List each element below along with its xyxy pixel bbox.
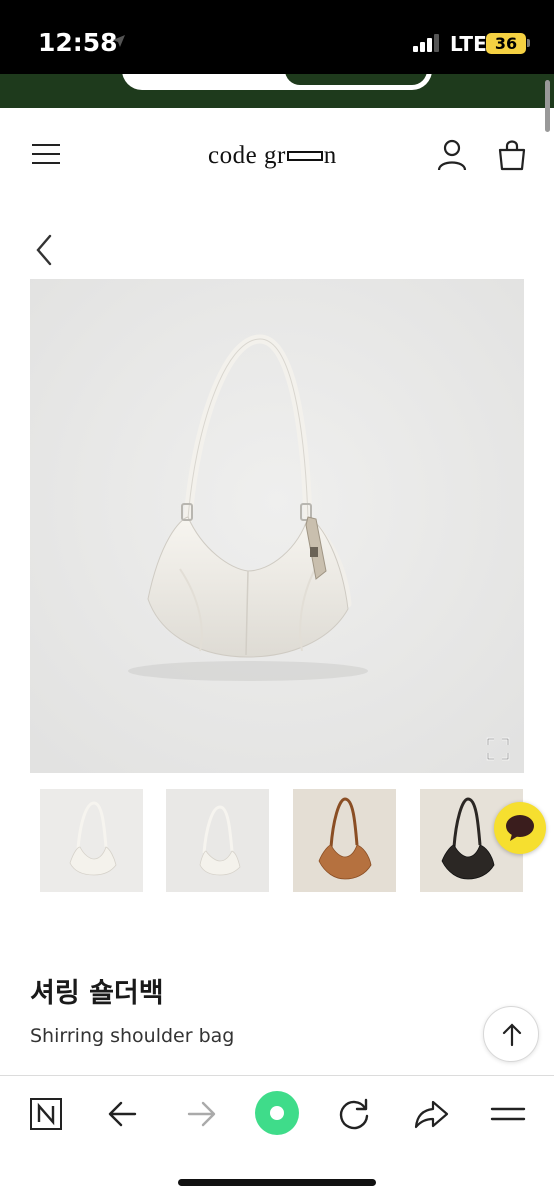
banner-pill-segment — [282, 74, 430, 88]
share-icon[interactable] — [411, 1094, 451, 1134]
scrollbar[interactable] — [545, 80, 550, 132]
product-title-korean: 셔링 숄더백 — [30, 978, 164, 1009]
arrow-left-icon[interactable] — [103, 1094, 143, 1134]
thumbnail-3[interactable] — [293, 789, 396, 892]
chat-button[interactable] — [494, 802, 546, 854]
thumbnail-1-image — [40, 789, 143, 892]
arrow-right-icon[interactable] — [181, 1094, 221, 1134]
location-arrow-icon — [113, 35, 125, 47]
logo-text-start: code gr — [208, 142, 286, 169]
signal-icon — [413, 34, 443, 52]
battery-tip — [527, 39, 530, 47]
network-type: LTE — [450, 32, 487, 56]
tabs-menu-icon[interactable] — [488, 1094, 528, 1134]
green-dot-icon[interactable] — [254, 1090, 300, 1136]
product-title-english: Shirring shoulder bag — [30, 1025, 235, 1047]
thumbnail-1[interactable] — [40, 789, 143, 892]
product-main-image[interactable] — [30, 279, 524, 773]
chat-icon — [506, 815, 534, 841]
naver-icon[interactable] — [26, 1094, 66, 1134]
logo-box-mark — [286, 151, 323, 162]
arrow-up-icon — [502, 1023, 522, 1047]
bag-illustration — [30, 279, 524, 773]
user-icon[interactable] — [436, 138, 468, 172]
back-icon[interactable] — [30, 232, 60, 268]
brand-logo[interactable]: code gr n — [208, 142, 337, 170]
menu-icon[interactable] — [32, 142, 62, 166]
status-bar: 12:58 LTE 36 — [0, 0, 554, 74]
status-time: 12:58 — [38, 28, 118, 57]
top-banner[interactable] — [0, 74, 554, 108]
home-indicator[interactable] — [178, 1179, 376, 1186]
expand-icon[interactable] — [486, 737, 510, 761]
thumbnail-3-image — [293, 789, 396, 892]
scroll-top-button[interactable] — [483, 1006, 539, 1062]
thumbnail-2-image — [166, 789, 269, 892]
shopping-bag-icon[interactable] — [496, 138, 528, 172]
battery-icon: 36 — [486, 33, 526, 54]
thumbnail-2[interactable] — [166, 789, 269, 892]
refresh-icon[interactable] — [334, 1094, 374, 1134]
logo-text-end: n — [323, 142, 337, 169]
